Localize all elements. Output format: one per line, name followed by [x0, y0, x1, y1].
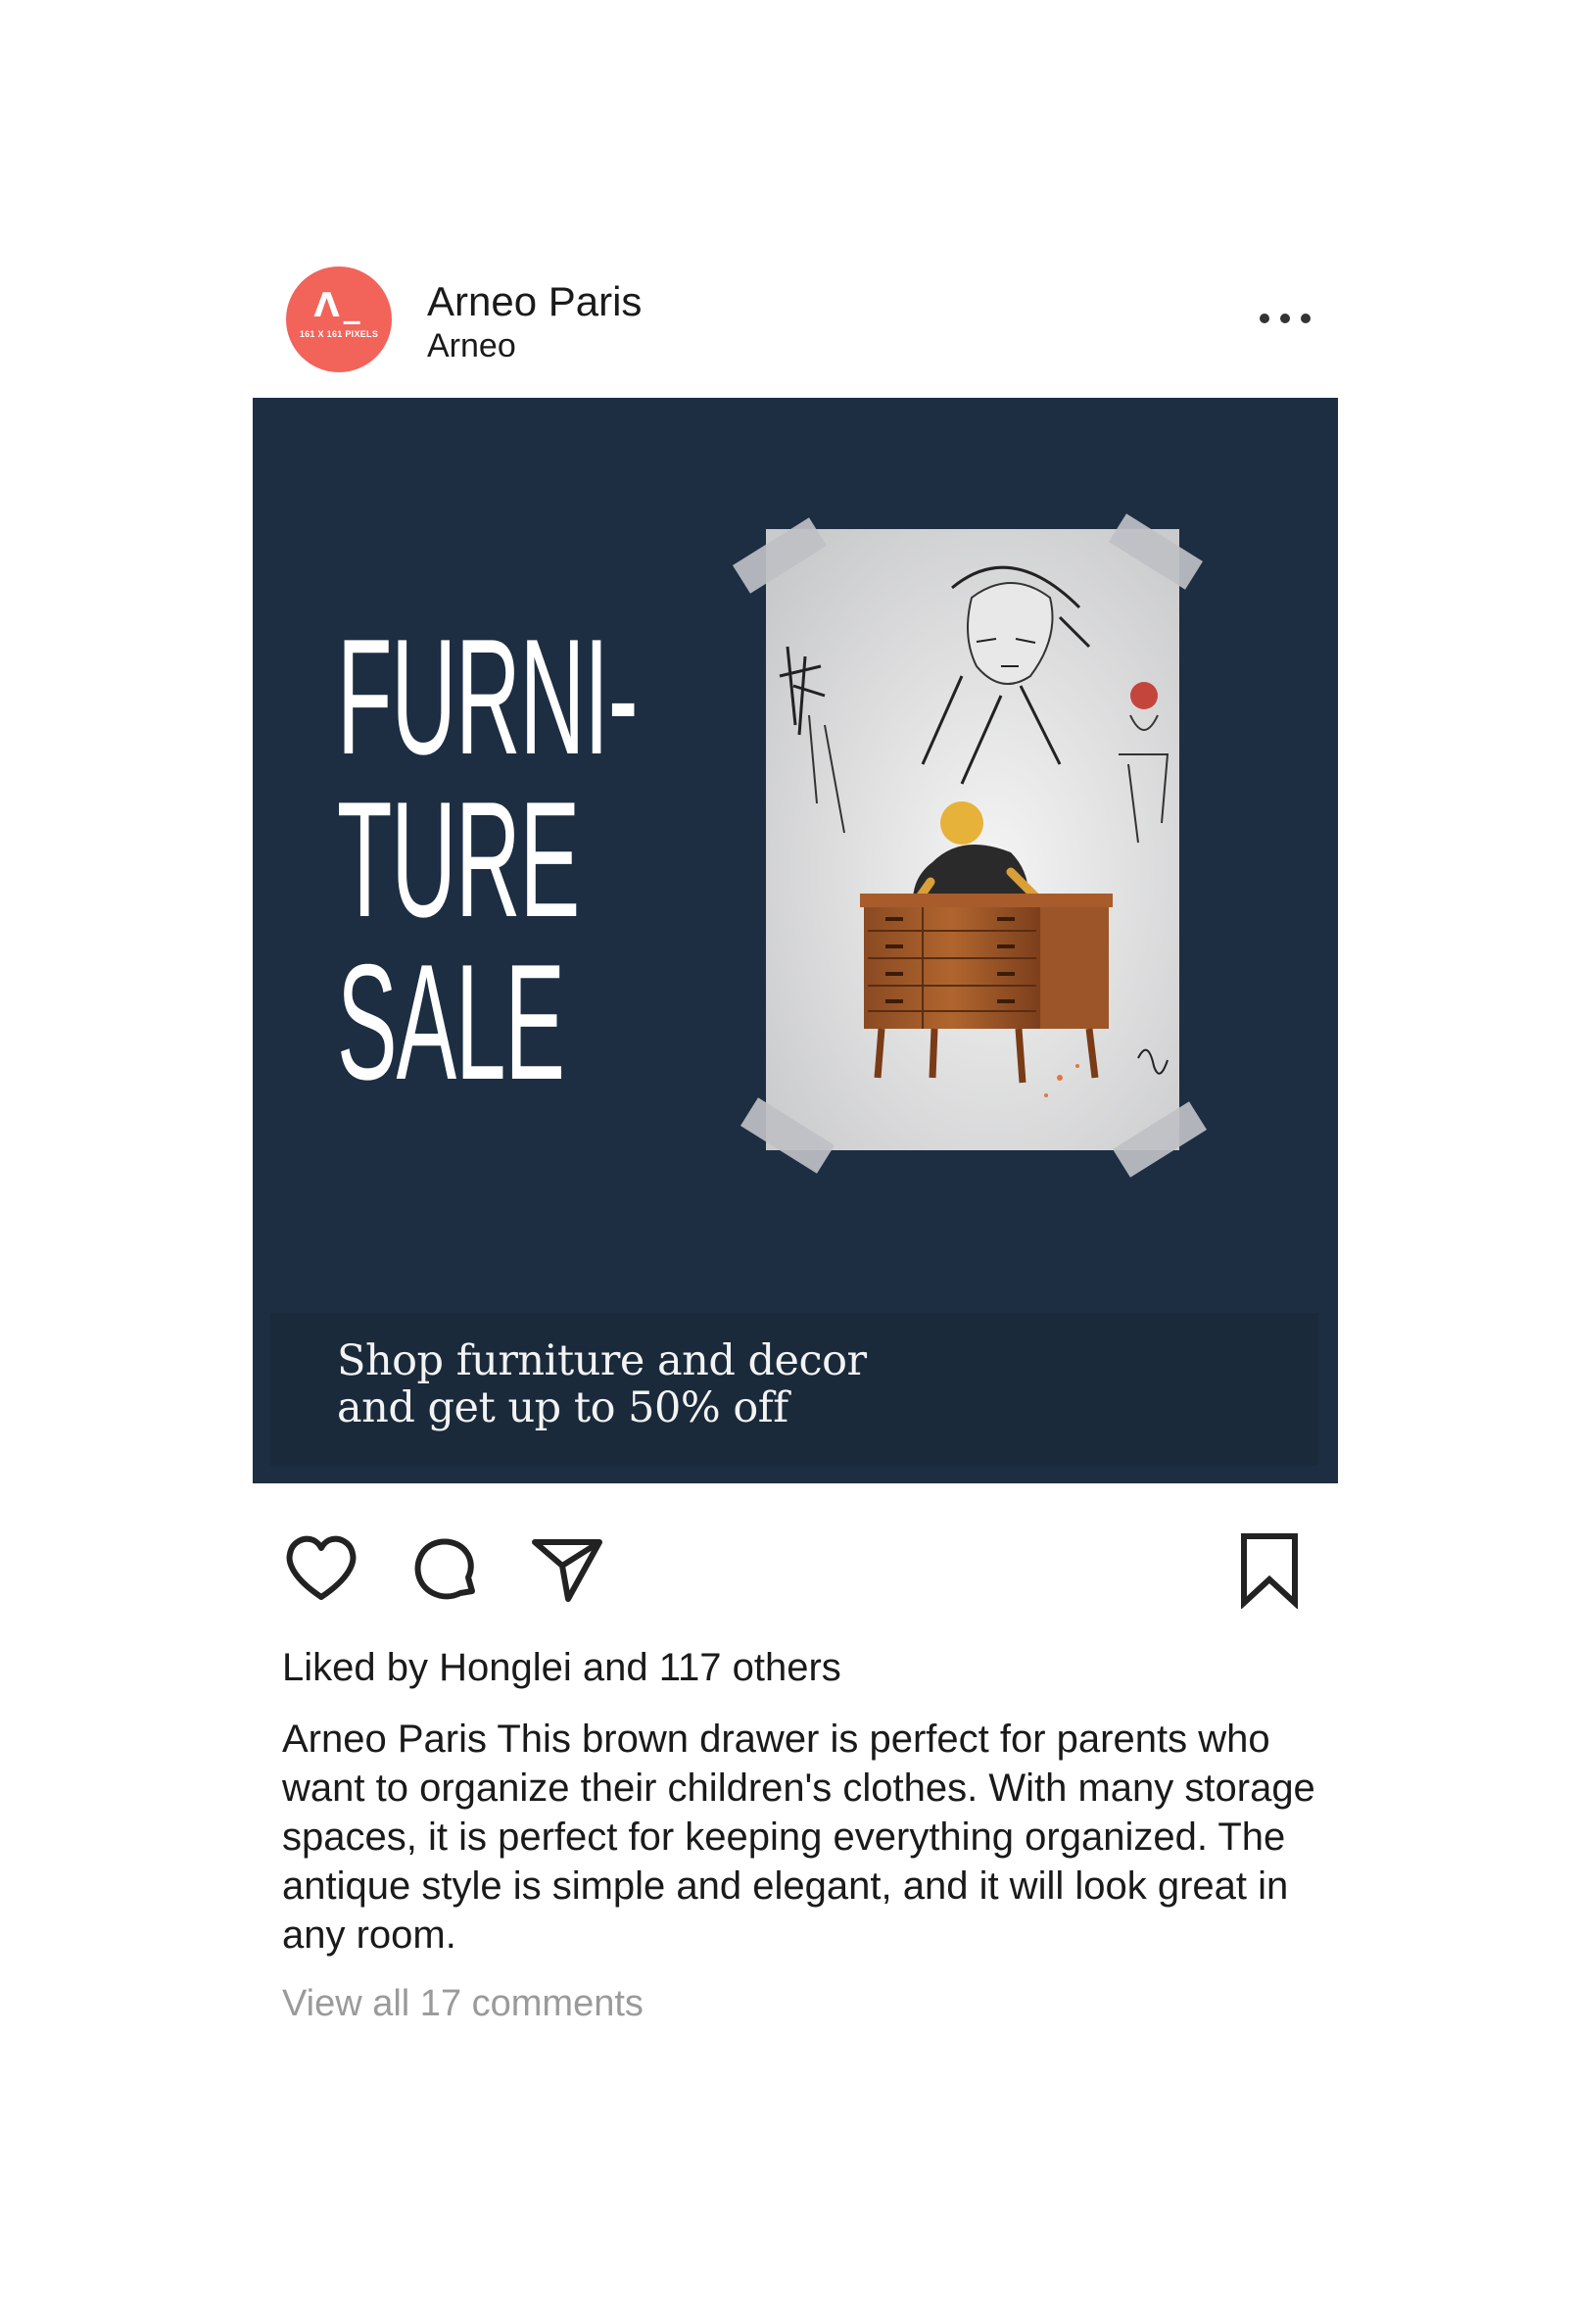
avatar-logo-subtext: 161 X 161 PIXELS: [299, 329, 379, 339]
avatar-logo-mark: Λ_: [313, 286, 364, 325]
headline-line: SALE: [337, 930, 565, 1114]
more-dot: [1260, 314, 1269, 323]
post-image[interactable]: FURNI- TURE SALE Shop furniture and deco…: [253, 398, 1338, 1483]
headline: FURNI- TURE SALE: [337, 605, 639, 1114]
headline-line: FURNI-: [337, 605, 639, 789]
banner-line: and get up to 50% off: [337, 1383, 788, 1432]
more-options-icon[interactable]: [1254, 300, 1316, 337]
view-comments-link[interactable]: View all 17 comments: [282, 1983, 644, 2025]
heart-icon: [286, 1535, 357, 1600]
headline-line: TURE: [337, 767, 580, 951]
artwork-illustration: [766, 529, 1179, 1150]
comment-button[interactable]: [406, 1530, 484, 1609]
account-name[interactable]: Arneo Paris: [427, 278, 642, 325]
promo-banner: Shop furniture and decor and get up to 5…: [270, 1313, 1318, 1466]
share-button[interactable]: [527, 1530, 605, 1609]
more-dot: [1301, 314, 1311, 323]
like-button[interactable]: [282, 1530, 360, 1609]
poster-artwork: [766, 529, 1179, 1150]
likes-count[interactable]: Liked by Honglei and 117 others: [282, 1646, 841, 1690]
comment-icon: [414, 1538, 475, 1600]
save-button[interactable]: [1230, 1530, 1309, 1610]
bookmark-icon: [1241, 1533, 1298, 1610]
send-icon: [532, 1539, 602, 1602]
more-dot: [1280, 314, 1290, 323]
avatar[interactable]: Λ_ 161 X 161 PIXELS: [286, 266, 392, 372]
banner-line: Shop furniture and decor: [337, 1336, 867, 1385]
post-caption: Arneo Paris This brown drawer is perfect…: [282, 1718, 1315, 1957]
account-handle[interactable]: Arneo: [427, 327, 516, 365]
